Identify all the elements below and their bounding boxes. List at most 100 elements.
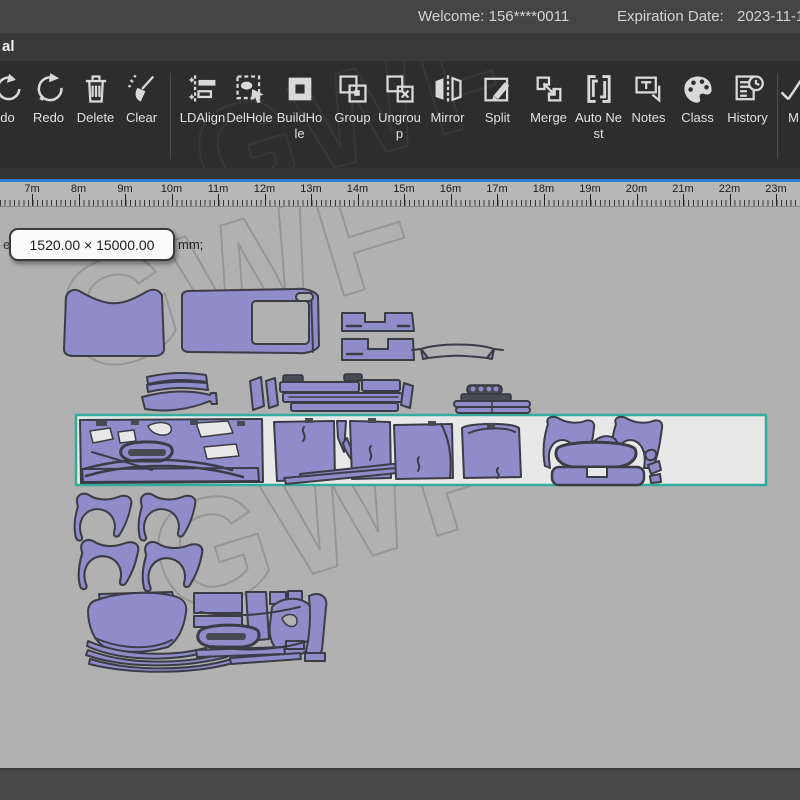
band-bit-1[interactable] (645, 450, 656, 460)
notes-icon (632, 72, 666, 106)
handle-dot-3[interactable] (487, 387, 492, 392)
ruler-major-tick (544, 194, 545, 206)
fender-piece-1[interactable] (75, 494, 132, 541)
nest-slant-3[interactable] (401, 383, 413, 408)
ruler-major-tick (590, 194, 591, 206)
ruler-major-tick (776, 194, 777, 206)
handle-dot-2[interactable] (479, 387, 484, 392)
toolbar-button-label: BuildHole (276, 110, 323, 142)
toolbar-button-label: Delete (77, 110, 115, 126)
toolbar-button-buildhole[interactable]: BuildHole (276, 72, 323, 142)
toolbar-button-label: DelHole (226, 110, 272, 126)
roll-a-tab-1[interactable] (96, 421, 107, 426)
cluster-rect-1[interactable] (194, 593, 242, 613)
handle-bar[interactable] (461, 394, 511, 401)
roll-a-pocket-5[interactable] (118, 430, 136, 443)
roll-a-pocket-4[interactable] (204, 444, 239, 459)
expiration-label: Expiration Date: (617, 0, 724, 33)
toolbar-button-label: Ungroup (376, 110, 423, 142)
hood-piece[interactable] (64, 290, 164, 356)
fender-piece-4[interactable] (143, 542, 203, 591)
autonest-icon (582, 72, 616, 106)
ruler-major-tick (311, 194, 312, 206)
bumper-strip-1[interactable] (342, 313, 414, 331)
roll-a-tab-4[interactable] (237, 421, 245, 426)
nest-cap-2[interactable] (344, 374, 362, 381)
title-bar: Welcome: 156****0011 Expiration Date: 20… (0, 0, 800, 33)
roll-b-tab-2[interactable] (368, 418, 376, 423)
fender-piece-3[interactable] (79, 540, 139, 589)
class-icon (681, 72, 715, 106)
toolbar-button-group[interactable]: Group (329, 72, 376, 126)
sill-bar-2[interactable] (456, 407, 530, 413)
fender-piece-2[interactable] (139, 494, 196, 541)
band-box-notch[interactable] (587, 467, 607, 477)
toolbar-button-label: M (788, 110, 799, 126)
cursor-icon (777, 72, 800, 106)
delete-icon (79, 72, 113, 106)
cluster-bit-2[interactable] (305, 653, 325, 661)
handle-dot-1[interactable] (471, 387, 476, 392)
toolbar-button-notes[interactable]: Notes (625, 72, 672, 126)
toolbar-button-ungroup[interactable]: Ungroup (376, 72, 423, 142)
band-lens[interactable] (556, 442, 636, 467)
roll-b-tab-4[interactable] (487, 423, 495, 428)
app-window: GWF GWF e mm; 1520.00 × 15000.00 Welcome… (0, 0, 800, 800)
front-bumper[interactable] (88, 593, 186, 652)
toolbar-button-delhole[interactable]: DelHole (226, 72, 273, 126)
split-icon (481, 72, 515, 106)
roll-b-tab-3[interactable] (428, 421, 436, 426)
roof-vent-cutout[interactable] (296, 293, 313, 301)
toolbar-button-history[interactable]: History (724, 72, 771, 126)
nest-bar-2[interactable] (362, 380, 400, 391)
bumper-strip-2[interactable] (342, 339, 414, 360)
toolbar-button-label: Redo (33, 110, 64, 126)
toolbar: GWF doRedoDeleteClearLDAlignDelHoleBuild… (0, 61, 800, 168)
toolbar-button-ldalign[interactable]: LDAlign (179, 72, 226, 126)
toolbar-button-m[interactable]: M (770, 72, 800, 126)
ruler-major-tick (730, 194, 731, 206)
size-input[interactable]: 1520.00 × 15000.00 (9, 228, 175, 261)
ruler-major-tick (79, 194, 80, 206)
nest-cap-1[interactable] (283, 375, 303, 382)
spoiler-trim-wedge-l[interactable] (421, 349, 428, 359)
spoiler-trim-wedge-r[interactable] (487, 349, 494, 359)
roof-sunroof-cutout[interactable] (252, 301, 309, 344)
nest-bar-4[interactable] (291, 403, 398, 411)
expiration-value: 2023-11-16 (737, 0, 800, 33)
toolbar-separator (777, 73, 778, 159)
horizontal-ruler[interactable]: 7m8m9m10m11m12m13m14m15m16m17m18m19m20m2… (0, 182, 800, 207)
toolbar-button-label: History (727, 110, 767, 126)
roll-a-tab-3[interactable] (190, 420, 198, 425)
roll-a-tab-2[interactable] (131, 420, 139, 425)
cluster-lens-core[interactable] (206, 633, 246, 640)
tab-partial[interactable]: al (2, 33, 15, 61)
nest-bar-1[interactable] (280, 382, 359, 392)
ruler-major-tick (32, 194, 33, 206)
menu-bar: al (0, 33, 800, 61)
toolbar-button-redo[interactable]: Redo (25, 72, 72, 126)
toolbar-button-label: Mirror (431, 110, 465, 126)
nest-slant-1[interactable] (250, 377, 264, 410)
toolbar-button-class[interactable]: Class (674, 72, 721, 126)
handle-dot-4[interactable] (494, 387, 499, 392)
clear-icon (125, 72, 159, 106)
roll-a-lens-core[interactable] (128, 449, 166, 456)
roll-b-tab-1[interactable] (305, 418, 313, 423)
unit-label: mm; (178, 237, 203, 252)
toolbar-button-label: Group (334, 110, 370, 126)
toolbar-button-split[interactable]: Split (474, 72, 521, 126)
toolbar-button-merge[interactable]: Merge (525, 72, 572, 126)
trim-strip-2[interactable] (147, 382, 208, 392)
ruler-minor-ticks (0, 200, 800, 206)
toolbar-button-label: Auto Nest (575, 110, 622, 142)
trim-curved[interactable] (142, 391, 217, 410)
band-bit-3[interactable] (650, 474, 661, 483)
cluster-tall-piece[interactable] (306, 594, 326, 657)
toolbar-button-delete[interactable]: Delete (72, 72, 119, 126)
toolbar-button-mirror[interactable]: Mirror (424, 72, 471, 126)
welcome-text: Welcome: 156****0011 (418, 0, 569, 33)
toolbar-button-auto-nest[interactable]: Auto Nest (575, 72, 622, 142)
nest-slant-2[interactable] (266, 378, 278, 408)
toolbar-button-clear[interactable]: Clear (118, 72, 165, 126)
